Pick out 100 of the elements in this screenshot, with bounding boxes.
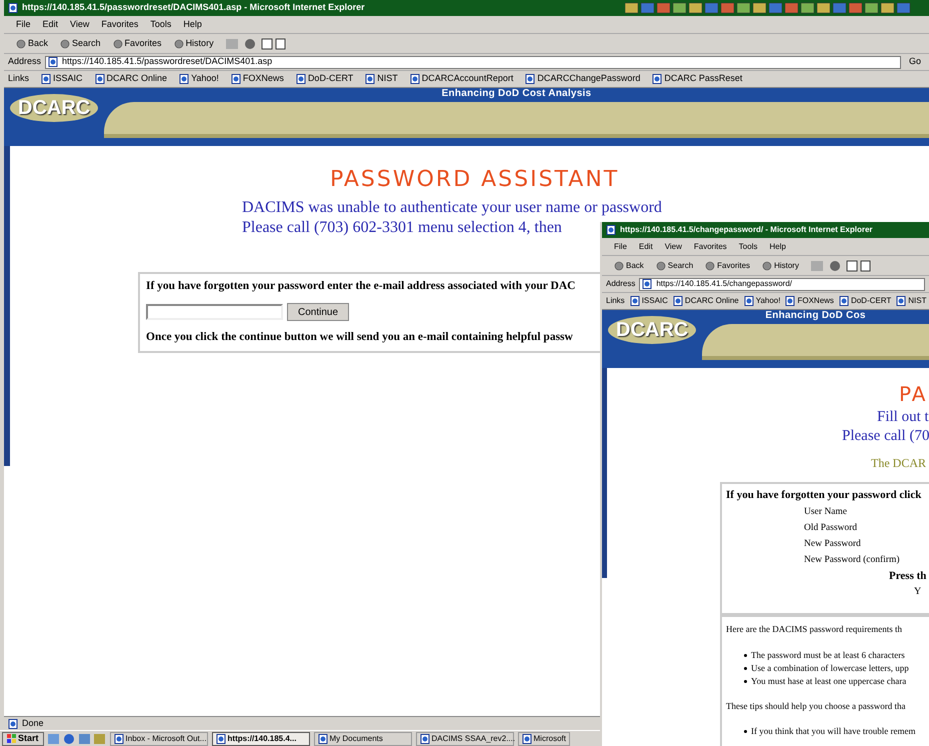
bullet-icon (744, 666, 747, 670)
address-field[interactable]: https://140.185.41.5/passwordreset/DACIMS401.asp (45, 56, 901, 68)
page-icon (522, 734, 532, 744)
link-button[interactable]: DCARCAccountReport (410, 72, 514, 86)
link-button[interactable]: ISSAIC (630, 295, 668, 307)
page-icon (41, 74, 52, 84)
page-icon (114, 734, 124, 744)
menu-item[interactable]: View (664, 240, 682, 252)
email-field[interactable] (146, 304, 283, 320)
toolbar-icon (705, 260, 716, 270)
requirement-item: You must hase at least one uppercase chara (751, 674, 906, 688)
taskbar-item[interactable]: DACIMS SSAA_rev2.... (416, 732, 514, 746)
window-title: https://140.185.41.5/passwordreset/DACIMS401.asp - Microsoft Internet Explorer (22, 1, 365, 14)
toolbar-button[interactable]: Favorites (705, 260, 750, 272)
link-button[interactable]: DoD-CERT (838, 295, 892, 307)
taskbar-item[interactable]: Microsoft (518, 732, 570, 746)
page-icon (296, 74, 306, 84)
link-button[interactable]: DCARC PassReset (652, 72, 742, 86)
link-button[interactable]: Yahoo! (744, 295, 780, 307)
page-icon (652, 74, 662, 84)
toolbar-icon (762, 260, 772, 270)
page-icon (8, 3, 18, 13)
toolbar-button[interactable]: Back (16, 36, 48, 50)
link-button[interactable]: FOXNews (785, 295, 834, 307)
menu-item[interactable]: Help (769, 240, 786, 252)
menu-item[interactable]: File (16, 18, 31, 32)
toolbar-icons-drawing (810, 260, 871, 272)
bullet-icon (744, 730, 747, 733)
field-label: Old Password (804, 522, 858, 534)
start-button[interactable]: Start (2, 732, 44, 746)
menu-item[interactable]: Favorites (694, 240, 727, 252)
page-icon (744, 296, 754, 306)
link-button[interactable]: Yahoo! (179, 72, 219, 86)
instruction-line: Y (914, 585, 922, 599)
page-icon (672, 296, 683, 306)
page-icon (838, 296, 849, 306)
toolbar-button[interactable]: History (174, 36, 214, 50)
status-text: Done (22, 716, 44, 730)
site-logo: DCARC (608, 316, 696, 344)
link-button[interactable]: FOXNews (230, 72, 284, 86)
address-label: Address (606, 278, 636, 290)
taskbar-item[interactable]: My Documents (314, 732, 412, 746)
page-icon (642, 279, 652, 289)
bullet-icon (744, 680, 747, 682)
link-button[interactable]: NIST (365, 72, 398, 86)
window-title: https://140.185.41.5/changepassword/ - Microsoft Internet Explorer (620, 224, 873, 236)
links-label: Links (8, 72, 30, 86)
toolbar-icon (60, 38, 70, 48)
message-line: DACIMS was unable to authenticate your user name or password (242, 198, 662, 218)
toolbar-button[interactable]: Search (656, 260, 694, 272)
submit-instruction: Press th (889, 568, 928, 584)
taskbar-item[interactable]: https://140.185.4... (212, 732, 310, 746)
link-button[interactable]: DoD-CERT (296, 72, 354, 86)
go-button[interactable]: Go (904, 55, 925, 69)
toolbar-icon (16, 38, 26, 48)
page-icon (230, 74, 241, 84)
requirement-item: The password must be at least 6 characters (751, 648, 905, 662)
toolbar-icon (614, 260, 624, 270)
page-icon (420, 734, 430, 744)
link-button[interactable]: NIST (896, 295, 926, 307)
page-icon (94, 74, 105, 84)
toolbar-button[interactable]: Search (60, 36, 101, 50)
menu-item[interactable]: File (614, 240, 627, 252)
menu-item[interactable]: Edit (638, 240, 653, 252)
bullet-icon (744, 654, 747, 656)
toolbar-button[interactable]: Favorites (112, 36, 162, 50)
page-icon (785, 296, 796, 306)
page-icon (606, 225, 616, 235)
toolbar-icon (656, 260, 666, 270)
toolbar-button[interactable]: Back (614, 260, 644, 272)
taskbar-item[interactable]: Inbox - Microsoft Out... (110, 732, 208, 746)
message-line: Please call (703) 602-3301 menu selection 4, then (242, 218, 562, 238)
page-icon (410, 74, 420, 84)
link-button[interactable]: DCARC Online (94, 72, 168, 86)
link-button[interactable]: ISSAIC (41, 72, 83, 86)
toolbar-button[interactable]: History (762, 260, 799, 272)
notice-text: The DCAR (871, 455, 927, 472)
requirements-intro: Here are the DACIMS password requirements th (726, 623, 903, 636)
address-field[interactable]: https://140.185.41.5/changepassword/ (639, 278, 925, 290)
menu-item[interactable]: Tools (150, 18, 172, 32)
tip-item: If you think that you will have trouble remem (751, 725, 916, 738)
menu-item[interactable]: Favorites (101, 18, 138, 32)
menu-item[interactable]: Tools (738, 240, 758, 252)
link-button[interactable]: DCARCChangePassword (525, 72, 640, 86)
page-heading: PA (899, 382, 928, 406)
menu-item[interactable]: Edit (42, 18, 58, 32)
menu-item[interactable]: View (70, 18, 90, 32)
form-prompt: If you have forgotten your password click (726, 488, 922, 503)
page-icon (896, 296, 906, 306)
continue-button[interactable]: Continue (287, 303, 350, 322)
links-label: Links (606, 295, 625, 307)
toolbar-icons-drawing (226, 38, 286, 50)
menu-item[interactable]: Help (183, 18, 202, 32)
link-button[interactable]: DCARC Online (672, 295, 739, 307)
page-heading: PASSWORD ASSISTANT (330, 166, 620, 194)
site-logo: DCARC (10, 94, 98, 122)
field-label: User Name (804, 506, 848, 518)
address-label: Address (8, 55, 42, 68)
form-prompt: If you have forgotten your password enter the e-mail address associated with your DAC (146, 279, 576, 294)
page-icon (365, 74, 376, 84)
